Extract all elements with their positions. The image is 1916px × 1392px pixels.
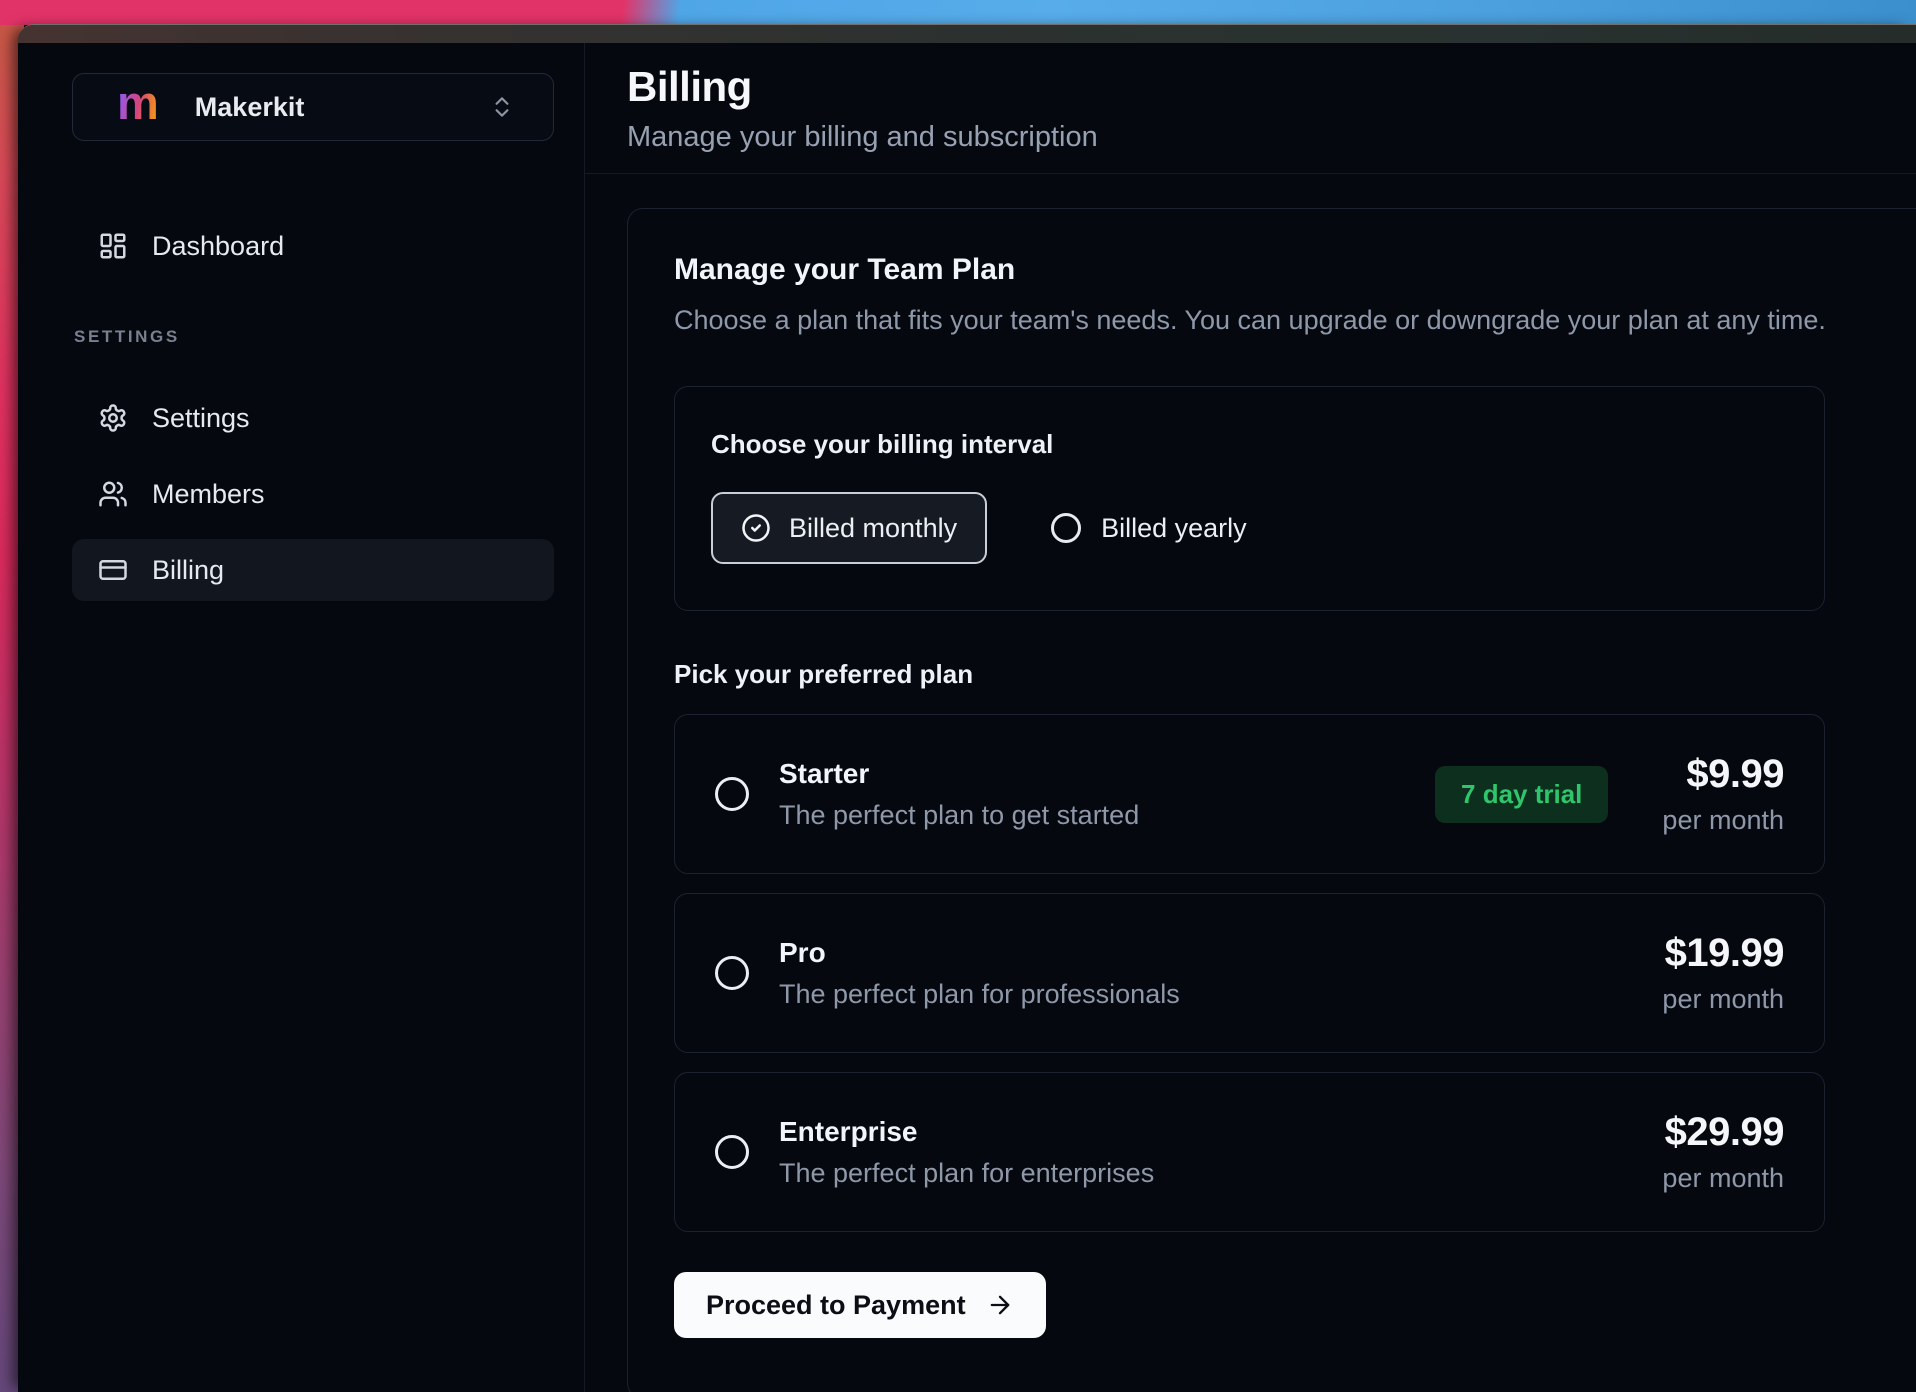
chevrons-up-down-icon bbox=[489, 94, 515, 120]
team-plan-card: Manage your Team Plan Choose a plan that… bbox=[627, 208, 1916, 1392]
plan-pricing: 7 day trial $9.99 per month bbox=[1435, 752, 1784, 836]
sidebar-item-settings[interactable]: Settings bbox=[72, 387, 554, 449]
window-titlebar bbox=[18, 25, 1916, 43]
plan-text: Enterprise The perfect plan for enterpri… bbox=[779, 1116, 1154, 1189]
card-title: Manage your Team Plan bbox=[674, 253, 1916, 287]
plan-row-starter[interactable]: Starter The perfect plan to get started … bbox=[674, 714, 1825, 874]
sidebar-nav: Dashboard SETTINGS Settings Members bbox=[72, 215, 584, 601]
page-header: Billing Manage your billing and subscrip… bbox=[585, 43, 1916, 174]
plan-description: The perfect plan for professionals bbox=[779, 979, 1180, 1010]
plan-price: $29.99 bbox=[1662, 1110, 1784, 1155]
billed-monthly-label: Billed monthly bbox=[789, 513, 957, 544]
app-root: m Makerkit Dashboard SETTINGS bbox=[18, 43, 1916, 1392]
sidebar-item-billing[interactable]: Billing bbox=[72, 539, 554, 601]
billing-interval-options: Billed monthly Billed yearly bbox=[711, 492, 1788, 564]
billing-interval-label: Choose your billing interval bbox=[711, 429, 1788, 460]
sidebar-item-label: Billing bbox=[152, 555, 224, 586]
sidebar-item-dashboard[interactable]: Dashboard bbox=[72, 215, 554, 277]
plan-period: per month bbox=[1662, 1163, 1784, 1194]
plan-name: Starter bbox=[779, 758, 1139, 790]
dashboard-icon bbox=[98, 231, 128, 261]
plan-text: Pro The perfect plan for professionals bbox=[779, 937, 1180, 1010]
team-name: Makerkit bbox=[195, 92, 305, 123]
arrow-right-icon bbox=[986, 1291, 1014, 1319]
plan-period: per month bbox=[1662, 805, 1784, 836]
radio-circle-icon[interactable] bbox=[715, 777, 749, 811]
trial-badge: 7 day trial bbox=[1435, 766, 1608, 823]
price-block: $29.99 per month bbox=[1662, 1110, 1784, 1194]
plan-text: Starter The perfect plan to get started bbox=[779, 758, 1139, 831]
plan-name: Enterprise bbox=[779, 1116, 1154, 1148]
plan-row-pro[interactable]: Pro The perfect plan for professionals $… bbox=[674, 893, 1825, 1053]
app-window: m Makerkit Dashboard SETTINGS bbox=[18, 24, 1916, 1392]
pick-plan-label: Pick your preferred plan bbox=[674, 659, 1916, 690]
plan-price: $9.99 bbox=[1662, 752, 1784, 797]
page-title: Billing bbox=[627, 63, 1916, 111]
sidebar-item-label: Members bbox=[152, 479, 265, 510]
billing-content: Manage your Team Plan Choose a plan that… bbox=[585, 174, 1916, 1392]
plan-price: $19.99 bbox=[1662, 931, 1784, 976]
plan-pricing: $29.99 per month bbox=[1662, 1110, 1784, 1194]
sidebar: m Makerkit Dashboard SETTINGS bbox=[18, 43, 585, 1392]
makerkit-logo: m bbox=[117, 84, 159, 122]
price-block: $19.99 per month bbox=[1662, 931, 1784, 1015]
page-subtitle: Manage your billing and subscription bbox=[627, 121, 1916, 154]
plan-description: The perfect plan for enterprises bbox=[779, 1158, 1154, 1189]
users-icon bbox=[98, 479, 128, 509]
plan-row-enterprise[interactable]: Enterprise The perfect plan for enterpri… bbox=[674, 1072, 1825, 1232]
billing-interval-box: Choose your billing interval Billed mont… bbox=[674, 386, 1825, 611]
card-subtitle: Choose a plan that fits your team's need… bbox=[674, 305, 1916, 336]
credit-card-icon bbox=[98, 555, 128, 585]
plan-name: Pro bbox=[779, 937, 1180, 969]
billed-monthly-option[interactable]: Billed monthly bbox=[711, 492, 987, 564]
billed-yearly-label: Billed yearly bbox=[1101, 513, 1247, 544]
radio-circle-icon[interactable] bbox=[715, 956, 749, 990]
sidebar-item-members[interactable]: Members bbox=[72, 463, 554, 525]
plan-description: The perfect plan to get started bbox=[779, 800, 1139, 831]
billed-yearly-option[interactable]: Billed yearly bbox=[1051, 513, 1247, 544]
main-content: Billing Manage your billing and subscrip… bbox=[585, 43, 1916, 1392]
gear-icon bbox=[98, 403, 128, 433]
sidebar-section-settings: SETTINGS bbox=[74, 327, 584, 347]
price-block: $9.99 per month bbox=[1662, 752, 1784, 836]
proceed-to-payment-button[interactable]: Proceed to Payment bbox=[674, 1272, 1046, 1338]
plan-period: per month bbox=[1662, 984, 1784, 1015]
proceed-to-payment-label: Proceed to Payment bbox=[706, 1290, 966, 1321]
radio-circle-icon[interactable] bbox=[715, 1135, 749, 1169]
sidebar-item-label: Settings bbox=[152, 403, 250, 434]
team-switcher[interactable]: m Makerkit bbox=[72, 73, 554, 141]
circle-check-icon bbox=[741, 513, 771, 543]
radio-circle-icon bbox=[1051, 513, 1081, 543]
desktop-wallpaper-top bbox=[0, 0, 1916, 25]
plan-pricing: $19.99 per month bbox=[1662, 931, 1784, 1015]
sidebar-item-label: Dashboard bbox=[152, 231, 284, 262]
